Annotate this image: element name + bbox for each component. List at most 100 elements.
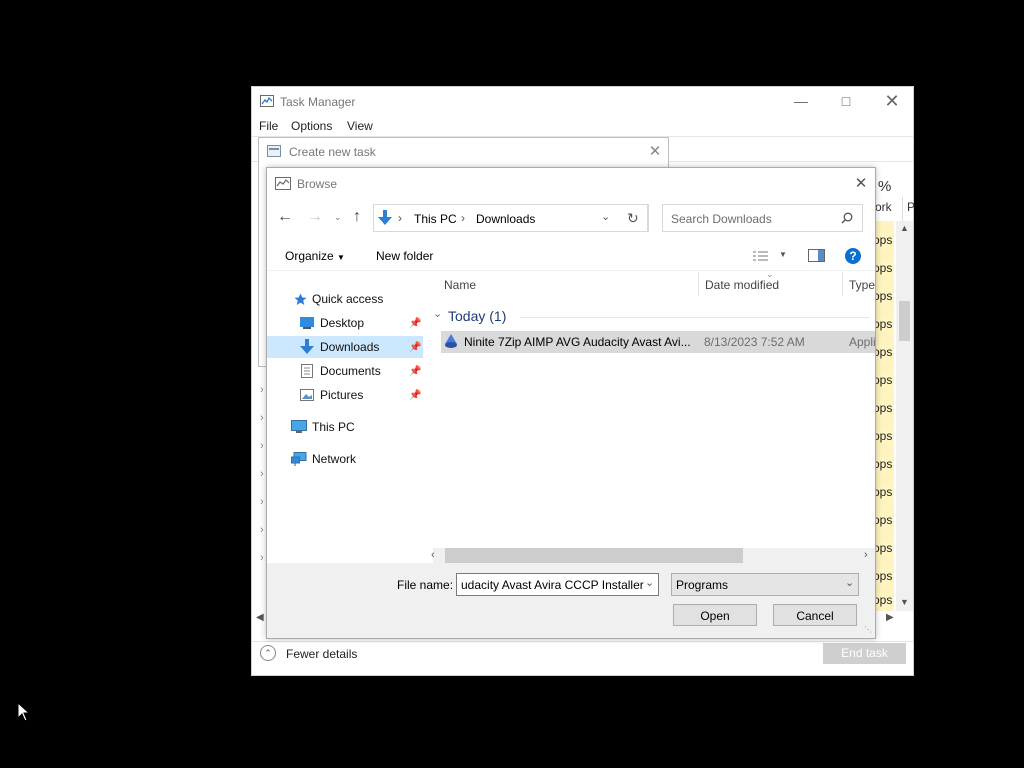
- address-bar[interactable]: › This PC › Downloads ⌄: [373, 204, 648, 232]
- nav-network[interactable]: Network: [267, 448, 423, 470]
- window-title: Task Manager: [280, 95, 356, 109]
- file-list: Name ⌄ Date modified Type ⌄ Today (1) Ni…: [433, 269, 876, 562]
- menu-options[interactable]: Options: [291, 119, 332, 133]
- pin-icon[interactable]: 📌: [409, 385, 421, 407]
- network-column-cells: ops ops ops ops ops ops ops ops ops ops …: [873, 221, 894, 611]
- ninite-app-icon: [445, 334, 457, 348]
- scroll-thumb[interactable]: [899, 301, 910, 341]
- pictures-icon: [300, 389, 314, 401]
- pin-icon[interactable]: 📌: [409, 361, 421, 383]
- search-placeholder: Search Downloads: [671, 212, 772, 226]
- new-folder-button[interactable]: New folder: [376, 249, 433, 263]
- scroll-left-icon[interactable]: ‹: [431, 549, 435, 561]
- chevron-down-icon[interactable]: ⌄: [845, 576, 854, 589]
- close-button[interactable]: ✕: [881, 90, 903, 112]
- nav-this-pc[interactable]: This PC: [267, 416, 423, 438]
- scroll-left-icon[interactable]: ◀: [256, 612, 264, 623]
- nav-item-label: Pictures: [320, 388, 364, 402]
- nav-item-desktop[interactable]: Desktop 📌: [267, 312, 423, 334]
- pin-icon[interactable]: 📌: [409, 337, 421, 359]
- nav-item-documents[interactable]: Documents 📌: [267, 360, 423, 382]
- nav-item-label: Documents: [320, 364, 381, 378]
- browse-dialog: Browse ✕ ← → ⌄ ↑ › This PC › Downloads ⌄…: [266, 167, 876, 639]
- breadcrumb-separator-icon: ›: [461, 211, 465, 225]
- nav-item-label: Downloads: [320, 340, 380, 354]
- this-pc-icon: [291, 420, 307, 433]
- column-divider: [698, 272, 699, 296]
- column-date-modified[interactable]: Date modified: [705, 278, 779, 292]
- pin-icon[interactable]: 📌: [409, 313, 421, 335]
- group-divider: [520, 317, 870, 318]
- navigation-pane: Quick access Desktop 📌 Downloads 📌 Docum…: [267, 272, 427, 562]
- refresh-button[interactable]: ↻: [619, 204, 649, 232]
- star-icon: [294, 293, 307, 305]
- nav-item-label: Network: [312, 452, 357, 466]
- back-button[interactable]: ←: [277, 208, 293, 226]
- desktop-icon: [300, 317, 314, 329]
- breadcrumb-this-pc[interactable]: This PC: [414, 212, 457, 226]
- address-dropdown-icon[interactable]: ⌄: [601, 210, 610, 223]
- forward-button[interactable]: →: [307, 208, 323, 226]
- chevron-down-icon[interactable]: ⌄: [645, 576, 655, 589]
- dialog-title: Create new task: [289, 145, 376, 159]
- group-header[interactable]: ⌄ Today (1): [433, 307, 875, 327]
- file-name: Ninite 7Zip AIMP AVG Audacity Avast Avi.…: [464, 335, 691, 349]
- scroll-right-icon[interactable]: ▶: [886, 612, 894, 623]
- resize-grip-icon[interactable]: ⋱: [864, 625, 872, 634]
- nav-item-label: Desktop: [320, 316, 365, 330]
- end-task-button[interactable]: End task: [823, 643, 906, 664]
- dialog-footer: File name: udacity Avast Avira CCCP Inst…: [267, 563, 875, 638]
- preview-pane-icon[interactable]: [808, 249, 825, 262]
- nav-item-downloads[interactable]: Downloads 📌: [267, 336, 423, 358]
- search-icon[interactable]: [841, 212, 853, 224]
- breadcrumb-downloads[interactable]: Downloads: [476, 212, 535, 226]
- file-name-label: File name:: [397, 578, 454, 592]
- column-type[interactable]: Type: [849, 278, 875, 292]
- fewer-details-link[interactable]: Fewer details: [286, 647, 357, 661]
- column-network[interactable]: ork: [875, 200, 892, 214]
- row-expand-icons: › › › › › › ›: [260, 384, 264, 564]
- up-button[interactable]: ↑: [353, 208, 361, 226]
- nav-quick-access[interactable]: Quick access: [312, 288, 383, 310]
- column-percent: %: [878, 178, 892, 195]
- menu-view[interactable]: View: [347, 119, 373, 133]
- command-bar: Organize ▼ New folder ▼ ?: [267, 240, 875, 271]
- search-input[interactable]: Search Downloads: [662, 204, 863, 232]
- file-type: Appli: [849, 335, 876, 349]
- vertical-scrollbar[interactable]: ▲ ▼: [896, 221, 913, 611]
- help-icon[interactable]: ?: [845, 248, 861, 264]
- menu-file[interactable]: File: [259, 119, 278, 133]
- organize-button[interactable]: Organize ▼: [285, 249, 345, 263]
- close-button[interactable]: ✕: [850, 172, 872, 194]
- group-label: Today (1): [448, 308, 507, 324]
- column-divider: [842, 272, 843, 296]
- chevron-up-icon[interactable]: ⌃: [260, 645, 276, 661]
- column-power[interactable]: P: [907, 200, 915, 214]
- run-icon: [267, 145, 281, 157]
- breadcrumb-separator-icon: ›: [398, 211, 402, 225]
- scroll-down-icon[interactable]: ▼: [900, 597, 909, 607]
- file-type-select[interactable]: Programs ⌄: [671, 573, 859, 596]
- nav-item-label: This PC: [312, 420, 355, 434]
- close-button[interactable]: ✕: [644, 140, 666, 162]
- view-options-icon[interactable]: [753, 250, 771, 262]
- column-name[interactable]: Name: [444, 278, 476, 292]
- open-button[interactable]: Open: [673, 604, 757, 626]
- file-name-combobox[interactable]: udacity Avast Avira CCCP Installer ⌄: [456, 573, 659, 596]
- documents-icon: [301, 364, 313, 378]
- view-dropdown-icon[interactable]: ▼: [779, 250, 787, 259]
- column-divider: [902, 197, 903, 221]
- minimize-button[interactable]: —: [790, 90, 812, 112]
- list-item[interactable]: Ninite 7Zip AIMP AVG Audacity Avast Avi.…: [441, 331, 876, 353]
- chevron-down-icon[interactable]: ⌄: [433, 307, 442, 320]
- recent-locations-button[interactable]: ⌄: [334, 212, 342, 223]
- cancel-button[interactable]: Cancel: [773, 604, 857, 626]
- scroll-right-icon[interactable]: ›: [864, 549, 868, 561]
- downloads-icon: [300, 339, 314, 354]
- scroll-up-icon[interactable]: ▲: [900, 223, 909, 233]
- file-name-input[interactable]: udacity Avast Avira CCCP Installer: [461, 578, 644, 592]
- maximize-button[interactable]: □: [835, 90, 857, 112]
- nav-item-pictures[interactable]: Pictures 📌: [267, 384, 423, 406]
- browse-icon: [275, 177, 291, 190]
- file-type-value: Programs: [676, 578, 729, 592]
